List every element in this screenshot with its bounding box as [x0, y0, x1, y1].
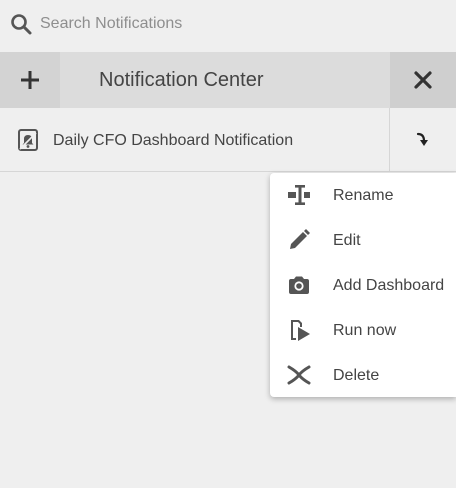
context-menu: Rename Edit Add Dashboard Run now Delete — [270, 173, 456, 397]
run-now-icon — [291, 320, 310, 341]
menu-item-run-now[interactable]: Run now — [270, 308, 456, 353]
close-icon — [414, 71, 432, 89]
search-input[interactable] — [40, 11, 440, 37]
menu-item-delete[interactable]: Delete — [270, 353, 456, 398]
delete-x-icon — [287, 365, 311, 385]
search-bar — [0, 0, 456, 52]
add-notification-button[interactable] — [0, 52, 60, 108]
menu-item-rename[interactable]: Rename — [270, 173, 456, 218]
rename-cursor-icon — [288, 185, 310, 205]
notification-menu-button[interactable] — [390, 108, 456, 171]
menu-item-label: Run now — [333, 322, 397, 339]
search-icon — [11, 14, 32, 35]
menu-item-add-dashboard[interactable]: Add Dashboard — [270, 263, 456, 308]
close-button[interactable] — [390, 52, 456, 108]
menu-item-label: Delete — [333, 367, 380, 384]
camera-icon — [289, 276, 309, 294]
pencil-icon — [290, 229, 310, 249]
list-item[interactable]: Daily CFO Dashboard Notification — [0, 108, 456, 172]
notification-label: Daily CFO Dashboard Notification — [53, 132, 294, 149]
menu-item-edit[interactable]: Edit — [270, 218, 456, 263]
menu-item-label: Edit — [333, 232, 361, 249]
plus-icon — [21, 71, 39, 89]
page-title: Notification Center — [99, 69, 264, 91]
header: Notification Center — [0, 52, 456, 108]
notification-bell-icon — [18, 129, 38, 151]
menu-item-label: Add Dashboard — [333, 277, 445, 294]
menu-item-label: Rename — [333, 187, 394, 204]
arrow-turn-down-icon — [416, 132, 428, 146]
